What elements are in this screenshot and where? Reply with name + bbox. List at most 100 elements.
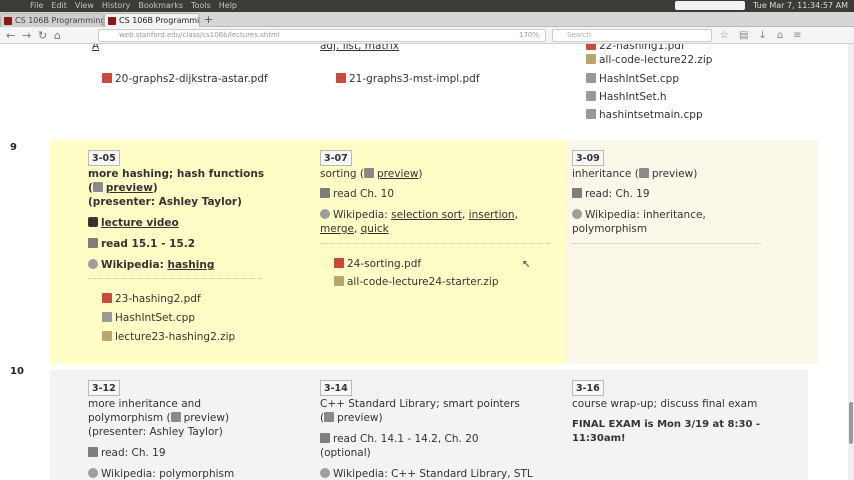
- lecture-cell: 3-09 inheritance (preview) read: Ch. 19 …: [566, 140, 818, 364]
- lecture-cell: 3-14 C++ Standard Library; smart pointer…: [314, 370, 566, 480]
- pdf-icon: [586, 44, 596, 50]
- bookmark-star-icon[interactable]: ☆: [720, 30, 729, 41]
- preview-icon: [92, 182, 103, 192]
- preview-link[interactable]: preview: [377, 168, 418, 180]
- home-button-icon[interactable]: ⌂: [777, 30, 783, 41]
- wikipedia-line: Wikipedia: polymorphism: [88, 467, 234, 480]
- book-icon: [320, 433, 330, 443]
- divider: [572, 243, 762, 244]
- pdf-icon: [334, 258, 344, 268]
- book-icon: [88, 238, 98, 248]
- week-number: 9: [10, 142, 17, 153]
- lecture-file-link[interactable]: lecture23-hashing2.zip: [102, 330, 235, 344]
- wikipedia-line: Wikipedia: hashing: [88, 258, 214, 272]
- system-clock: Tue Mar 7, 11:34:57 AM: [753, 1, 848, 10]
- divider: [88, 278, 262, 279]
- lecture-file-link[interactable]: 22-hashing1.pdf: [586, 44, 685, 53]
- wikipedia-line: Wikipedia: C++ Standard Library, STL: [320, 467, 533, 480]
- menu-edit[interactable]: Edit: [51, 1, 67, 10]
- search-placeholder: Search: [567, 31, 592, 39]
- wikipedia-icon: [88, 259, 98, 269]
- url-text: web.stanford.edu/class/cs106b/lectures.s…: [119, 31, 280, 39]
- lecture-file-link[interactable]: 20-graphs2-dijkstra-astar.pdf: [102, 72, 268, 86]
- lecture-title: sorting: [320, 168, 357, 180]
- preview-label[interactable]: preview: [652, 168, 693, 180]
- reload-icon[interactable]: ↻: [38, 29, 47, 42]
- preview-label[interactable]: preview: [184, 412, 225, 424]
- menu-view[interactable]: View: [75, 1, 94, 10]
- back-arrow-icon[interactable]: ←: [6, 29, 15, 42]
- video-line: lecture video: [88, 216, 179, 230]
- wikipedia-line: Wikipedia: inheritance, polymorphism: [572, 209, 706, 235]
- menu-help[interactable]: Help: [219, 1, 237, 10]
- final-exam-notice: FINAL EXAM is Mon 3/19 at 8:30 -: [572, 419, 761, 430]
- lecture-title-line-2: polymorphism (preview): [88, 412, 230, 424]
- menu-history[interactable]: History: [102, 1, 130, 10]
- divider: [320, 243, 550, 244]
- lecture-video-link[interactable]: lecture video: [101, 217, 179, 229]
- preview-link[interactable]: preview: [106, 182, 153, 194]
- wikipedia-link[interactable]: quick: [361, 223, 389, 235]
- lecture-cell: 3-12 more inheritance and polymorphism (…: [50, 370, 302, 480]
- lecture-file-link[interactable]: 23-hashing2.pdf: [102, 292, 201, 306]
- lecture-file-link[interactable]: all-code-lecture22.zip: [586, 53, 712, 67]
- lecture-file-link[interactable]: 21-graphs3-mst-impl.pdf: [336, 72, 480, 86]
- menu-file[interactable]: File: [30, 1, 43, 10]
- lecture-file-link[interactable]: HashIntSet.cpp: [102, 311, 195, 325]
- download-icon[interactable]: ↓: [758, 30, 766, 41]
- lecture-date: 3-14: [320, 380, 352, 396]
- menu-tools[interactable]: Tools: [191, 1, 211, 10]
- library-icon[interactable]: ▤: [739, 30, 748, 41]
- preview-icon: [364, 168, 375, 178]
- wikipedia-link[interactable]: insertion: [469, 209, 515, 221]
- lecture-date: 3-07: [320, 150, 352, 166]
- wikipedia-link[interactable]: hashing: [167, 259, 214, 271]
- home-icon[interactable]: ⌂: [54, 29, 61, 42]
- reading-line: read: Ch. 19: [88, 446, 166, 460]
- lecture-title-line: inheritance (preview): [572, 168, 698, 180]
- preview-line: (preview): [88, 182, 158, 194]
- lecture-date: 3-05: [88, 150, 120, 166]
- lecture-file-link[interactable]: HashIntSet.cpp: [586, 72, 679, 86]
- lecture-file-link[interactable]: 24-sorting.pdf: [334, 257, 421, 271]
- tab-2-active[interactable]: CS 106B Programming A: [104, 13, 200, 27]
- lecture-file-link[interactable]: hashintsetmain.cpp: [586, 108, 703, 122]
- forward-arrow-icon[interactable]: →: [22, 29, 31, 42]
- system-search-box[interactable]: [675, 1, 746, 10]
- scrollbar-thumb[interactable]: [849, 402, 853, 444]
- preview-line: (preview): [320, 412, 383, 424]
- wikipedia-icon: [572, 209, 582, 219]
- tab-2-label: CS 106B Programming A: [119, 16, 200, 25]
- pdf-icon: [102, 73, 112, 83]
- wikipedia-link[interactable]: merge: [320, 223, 354, 235]
- menu-bookmarks[interactable]: Bookmarks: [138, 1, 183, 10]
- cut-off-text: A: [92, 44, 100, 52]
- video-icon: [88, 217, 98, 227]
- search-bar[interactable]: Search: [552, 29, 712, 42]
- lecture-file-link[interactable]: HashIntSet.h: [586, 90, 667, 104]
- lecture-title: C++ Standard Library; smart pointers: [320, 398, 520, 410]
- new-tab-plus-icon[interactable]: +: [204, 13, 213, 26]
- wikipedia-icon: [320, 468, 330, 478]
- lecture-date: 3-12: [88, 380, 120, 396]
- lecture-title: course wrap-up; discuss final exam: [572, 398, 758, 410]
- book-icon: [320, 188, 330, 198]
- preview-label[interactable]: preview: [337, 412, 378, 424]
- page-scrollbar[interactable]: [848, 44, 854, 480]
- lecture-file-link[interactable]: all-code-lecture24-starter.zip: [334, 275, 499, 289]
- week-9-row: 3-05 more hashing; hash functions (previ…: [50, 140, 818, 364]
- tab-1[interactable]: CS 106B Programming A: [0, 13, 104, 27]
- zip-icon: [586, 54, 596, 64]
- lecture-title: more inheritance and: [88, 398, 201, 410]
- app-menu: File Edit View History Bookmarks Tools H…: [30, 1, 237, 10]
- menu-hamburger-icon[interactable]: ≡: [793, 30, 801, 41]
- preview-icon: [170, 412, 181, 422]
- wikipedia-link[interactable]: selection sort: [391, 209, 462, 221]
- file-icon: [586, 91, 596, 101]
- final-exam-notice-2: 11:30am!: [572, 433, 626, 444]
- zoom-level[interactable]: 170%: [519, 31, 539, 39]
- wikipedia-line-2: merge, quick: [320, 223, 389, 235]
- tab-1-label: CS 106B Programming A: [15, 16, 104, 25]
- reading-optional: (optional): [320, 447, 371, 459]
- url-bar[interactable]: web.stanford.edu/class/cs106b/lectures.s…: [98, 29, 546, 42]
